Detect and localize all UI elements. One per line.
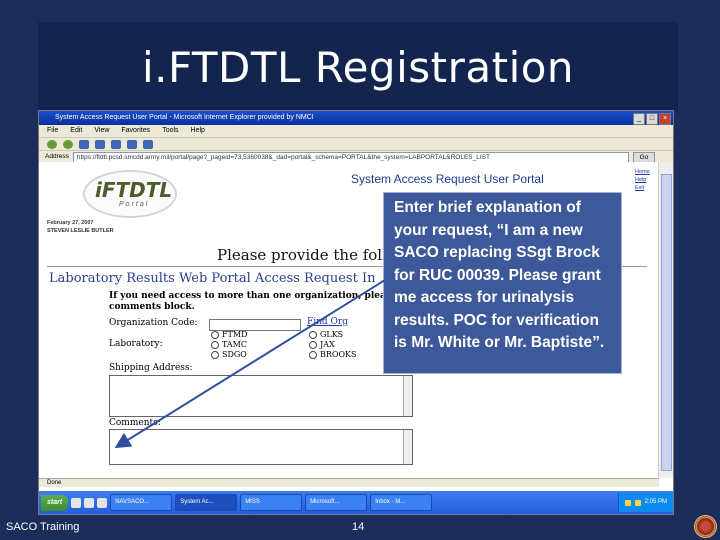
menu-bar: File Edit View Favorites Tools Help — [39, 125, 673, 137]
refresh-icon[interactable] — [95, 139, 105, 149]
stop-icon[interactable] — [79, 139, 89, 149]
start-button[interactable]: start — [41, 494, 69, 511]
footer-label: SACO Training — [6, 521, 80, 533]
instruction-line-1: If you need access to more than one orga… — [109, 291, 391, 301]
close-icon[interactable]: × — [659, 113, 671, 125]
address-bar: Address https://ftdtl.pcsd.smcdd.army.mi… — [39, 150, 673, 163]
task-inbox[interactable]: Inbox - M... — [370, 494, 433, 511]
search-icon[interactable] — [127, 139, 137, 149]
window-controls: _ □ × — [633, 113, 671, 125]
home-icon[interactable] — [111, 139, 121, 149]
favorites-icon[interactable] — [143, 139, 153, 149]
logo-subtitle: Portal — [119, 201, 150, 208]
minimize-icon[interactable]: _ — [633, 113, 645, 125]
toolbar — [39, 137, 673, 150]
home-link[interactable]: Home — [635, 168, 650, 176]
textarea-scrollbar[interactable] — [403, 376, 412, 416]
provide-heading: Please provide the follow — [217, 246, 409, 264]
user-links: Home Help Exit — [635, 168, 650, 192]
portal-title: System Access Request User Portal — [351, 172, 544, 186]
scrollbar-thumb[interactable] — [661, 174, 672, 471]
task-miss[interactable]: MISS — [240, 494, 303, 511]
radio-icon[interactable] — [309, 350, 317, 359]
radio-icon[interactable] — [309, 340, 317, 349]
menu-item-edit[interactable]: Edit — [70, 125, 82, 137]
shipping-address-textarea[interactable] — [109, 375, 413, 417]
radio-icon[interactable] — [211, 340, 219, 349]
ftdtl-logo: iFTDTL Portal — [83, 170, 177, 218]
textarea-scrollbar[interactable] — [403, 430, 412, 464]
lab-label: BROOKS — [320, 350, 357, 359]
address-label: Address — [45, 153, 69, 160]
lab-label: TAMC — [222, 340, 247, 349]
current-date: February 27, 2007 — [47, 220, 94, 226]
maximize-icon[interactable]: □ — [646, 113, 658, 125]
radio-icon[interactable] — [309, 330, 317, 339]
lab-radio-glks[interactable]: GLKS — [309, 330, 343, 339]
browser-title-bar: System Access Request User Portal - Micr… — [39, 111, 673, 125]
lab-label: GLKS — [320, 330, 344, 339]
instruction-line-2: comments block. — [109, 302, 195, 312]
shipping-label: Shipping Address: — [109, 363, 193, 373]
section-title: Laboratory Results Web Portal Access Req… — [49, 271, 376, 286]
instruction-callout: Enter brief explanation of your request,… — [383, 192, 622, 374]
help-link[interactable]: Help — [635, 176, 650, 184]
seal-icon — [694, 515, 717, 538]
lab-radio-sdgo[interactable]: SDGO — [211, 350, 247, 359]
org-code-label: Organization Code: — [109, 318, 198, 328]
forward-icon[interactable] — [63, 139, 73, 149]
window-title: System Access Request User Portal - Micr… — [55, 114, 314, 121]
windows-taskbar: start NAVSACO... System Ac... MISS Micro… — [39, 491, 673, 514]
menu-item-help[interactable]: Help — [191, 125, 205, 137]
tray-icon[interactable] — [634, 499, 641, 506]
status-bar: Done — [39, 478, 659, 487]
tray-icon[interactable] — [624, 499, 631, 506]
task-navsaco[interactable]: NAVSACO... — [110, 494, 173, 511]
clock: 2:05 PM — [644, 499, 667, 505]
quick-launch-icon[interactable] — [71, 497, 82, 508]
lab-label: FTMD — [222, 330, 248, 339]
task-system-access[interactable]: System Ac... — [175, 494, 238, 511]
lab-radio-jax[interactable]: JAX — [309, 340, 335, 349]
radio-icon[interactable] — [211, 350, 219, 359]
lab-radio-tamc[interactable]: TAMC — [211, 340, 247, 349]
lab-radio-ftmd[interactable]: FTMD — [211, 330, 248, 339]
radio-icon[interactable] — [211, 330, 219, 339]
lab-label: JAX — [320, 340, 335, 349]
exit-link[interactable]: Exit — [635, 184, 650, 192]
menu-item-file[interactable]: File — [47, 125, 58, 137]
menu-item-favorites[interactable]: Favorites — [121, 125, 150, 137]
lab-radio-brooks[interactable]: BROOKS — [309, 350, 356, 359]
user-name: STEVEN LESLIE BUTLER — [47, 228, 114, 234]
page-scrollbar[interactable] — [658, 162, 673, 478]
back-icon[interactable] — [47, 139, 57, 149]
system-tray: 2:05 PM — [617, 493, 673, 512]
logo-text: iFTDTL — [95, 178, 173, 202]
find-org-link[interactable]: Find Org — [307, 317, 348, 327]
menu-item-tools[interactable]: Tools — [162, 125, 178, 137]
menu-item-view[interactable]: View — [94, 125, 109, 137]
comments-label: Comments: — [109, 418, 161, 428]
lab-label: SDGO — [222, 350, 247, 359]
task-microsoft[interactable]: Microsoft... — [305, 494, 368, 511]
quick-launch-icon[interactable] — [97, 497, 108, 508]
comments-textarea[interactable] — [109, 429, 413, 465]
quick-launch-icon[interactable] — [84, 497, 95, 508]
laboratory-label: Laboratory: — [109, 339, 163, 349]
page-number: 14 — [352, 521, 365, 533]
slide-title: i.FTDTL Registration — [38, 22, 678, 112]
